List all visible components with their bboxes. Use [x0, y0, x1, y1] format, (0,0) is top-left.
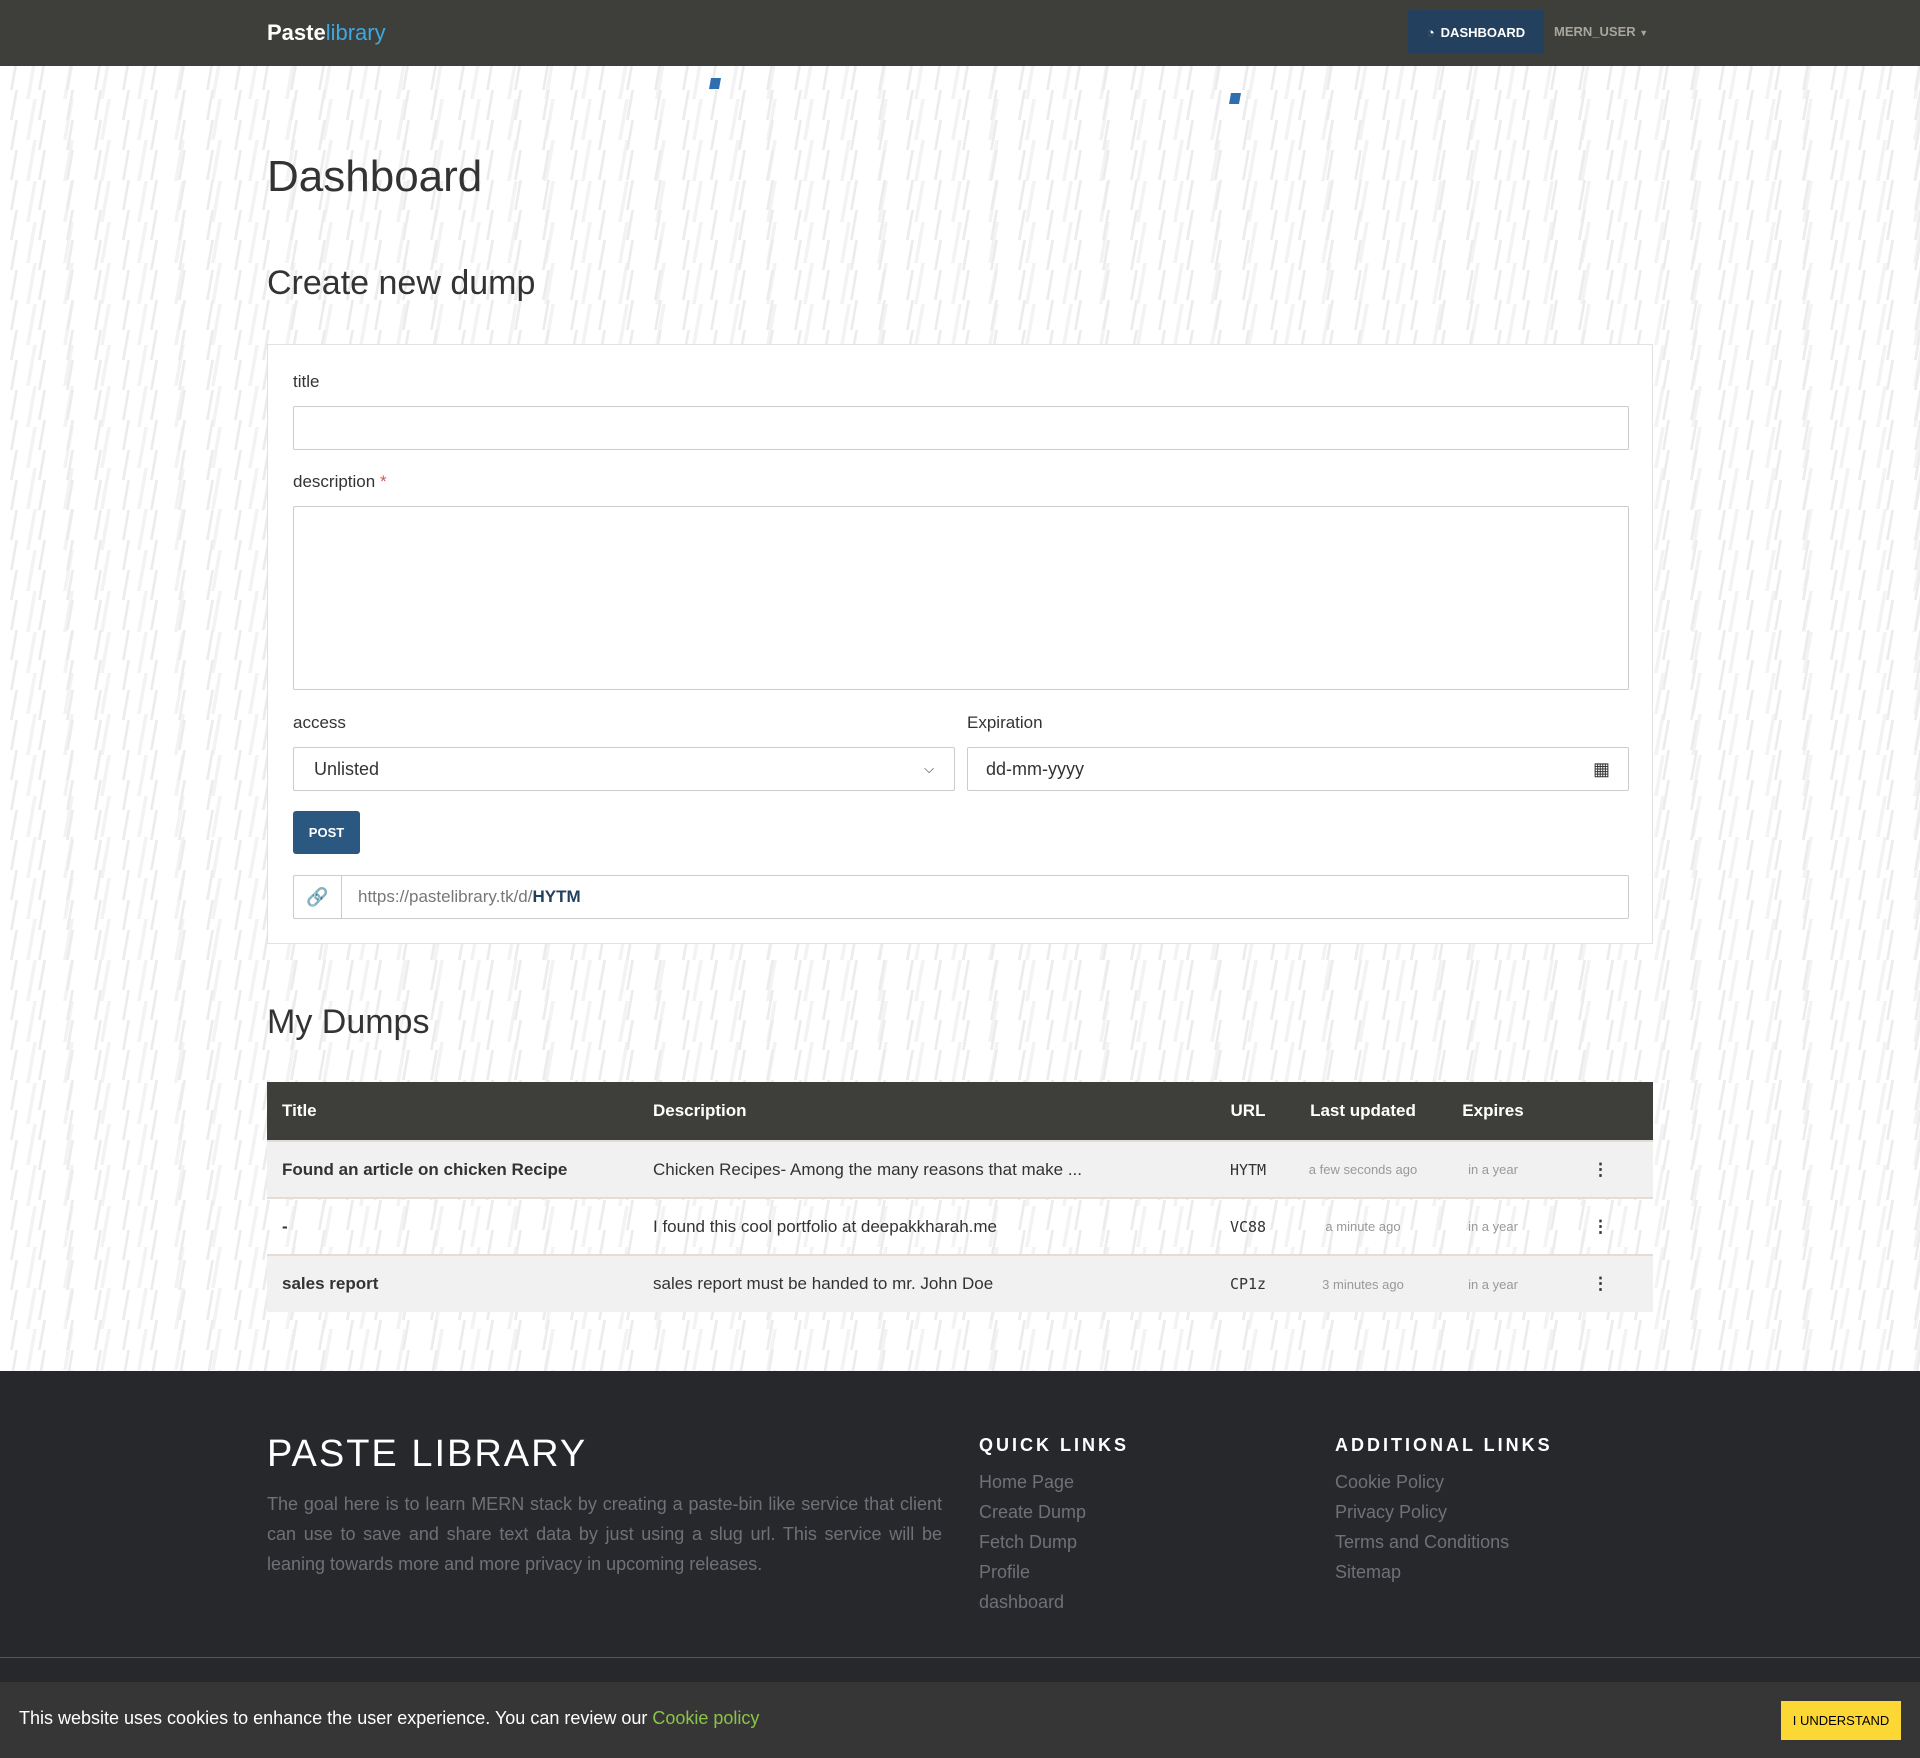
dump-url-field[interactable]: 🔗 https://pastelibrary.tk/d/HYTM	[293, 875, 1629, 919]
col-expires: Expires	[1438, 1082, 1548, 1141]
expiration-date-input[interactable]: dd-mm-yyyy ▦	[967, 747, 1629, 791]
footer-link-home[interactable]: Home Page	[979, 1467, 1086, 1497]
chevron-down-icon: ⌵	[924, 761, 934, 776]
footer-link-terms[interactable]: Terms and Conditions	[1335, 1527, 1509, 1557]
table-row[interactable]: sales report sales report must be handed…	[267, 1254, 1653, 1312]
footer-divider	[0, 1657, 1920, 1658]
title-input[interactable]	[293, 406, 1629, 450]
col-url: URL	[1208, 1082, 1288, 1141]
footer-link-sitemap[interactable]: Sitemap	[1335, 1557, 1509, 1587]
quick-links: Home Page Create Dump Fetch Dump Profile…	[979, 1467, 1086, 1617]
additional-links-heading: ADDITIONAL LINKS	[1335, 1435, 1553, 1455]
footer-description: The goal here is to learn MERN stack by …	[267, 1494, 942, 1574]
decor-square	[709, 78, 721, 89]
expiration-label: Expiration	[967, 713, 1043, 732]
col-last-updated: Last updated	[1288, 1082, 1438, 1141]
post-button[interactable]: POST	[293, 811, 360, 854]
table-row[interactable]: Found an article on chicken Recipe Chick…	[267, 1140, 1653, 1198]
more-options-icon[interactable]: ⋮	[1548, 1140, 1653, 1198]
caret-down-icon: ▼	[1639, 28, 1649, 38]
link-icon: 🔗	[294, 876, 342, 918]
description-label: description *	[293, 472, 387, 491]
footer-link-profile[interactable]: Profile	[979, 1557, 1086, 1587]
create-heading: Create new dump	[267, 264, 536, 302]
page-title: Dashboard	[267, 152, 483, 201]
additional-links: Cookie Policy Privacy Policy Terms and C…	[1335, 1467, 1509, 1587]
access-label: access	[293, 713, 346, 732]
dashboard-button[interactable]: ◔ DASHBOARD	[1408, 10, 1544, 54]
brand-logo[interactable]: Pastelibrary	[267, 20, 386, 46]
col-description: Description	[638, 1082, 1208, 1141]
more-options-icon[interactable]: ⋮	[1548, 1254, 1653, 1312]
speedometer-icon: ◔	[1426, 24, 1435, 40]
user-menu-dropdown[interactable]: MERN_USER ▼	[1554, 24, 1648, 39]
footer-link-create[interactable]: Create Dump	[979, 1497, 1086, 1527]
quick-links-heading: QUICK LINKS	[979, 1435, 1129, 1455]
footer-link-fetch[interactable]: Fetch Dump	[979, 1527, 1086, 1557]
decor-square	[1229, 93, 1241, 104]
cookie-policy-link[interactable]: Cookie policy	[652, 1708, 759, 1728]
dumps-table: Title Description URL Last updated Expir…	[267, 1082, 1653, 1312]
create-dump-form: title description * access Unlisted ⌵ Exp…	[267, 344, 1653, 944]
footer-link-cookie[interactable]: Cookie Policy	[1335, 1467, 1509, 1497]
table-row[interactable]: - I found this cool portfolio at deepakk…	[267, 1197, 1653, 1255]
more-options-icon[interactable]: ⋮	[1548, 1197, 1653, 1255]
title-label: title	[293, 372, 320, 391]
footer-link-dashboard[interactable]: dashboard	[979, 1587, 1086, 1617]
calendar-icon[interactable]: ▦	[1593, 759, 1610, 780]
cookie-banner: This website uses cookies to enhance the…	[0, 1682, 1920, 1758]
footer-link-privacy[interactable]: Privacy Policy	[1335, 1497, 1509, 1527]
access-select[interactable]: Unlisted ⌵	[293, 747, 955, 791]
footer-title: PASTE LIBRARY	[267, 1433, 588, 1475]
i-understand-button[interactable]: I UNDERSTAND	[1781, 1701, 1901, 1740]
my-dumps-heading: My Dumps	[267, 1003, 430, 1041]
description-textarea[interactable]	[293, 506, 1629, 690]
col-title: Title	[267, 1082, 638, 1141]
navbar: Pastelibrary ◔ DASHBOARD MERN_USER ▼	[0, 0, 1920, 66]
